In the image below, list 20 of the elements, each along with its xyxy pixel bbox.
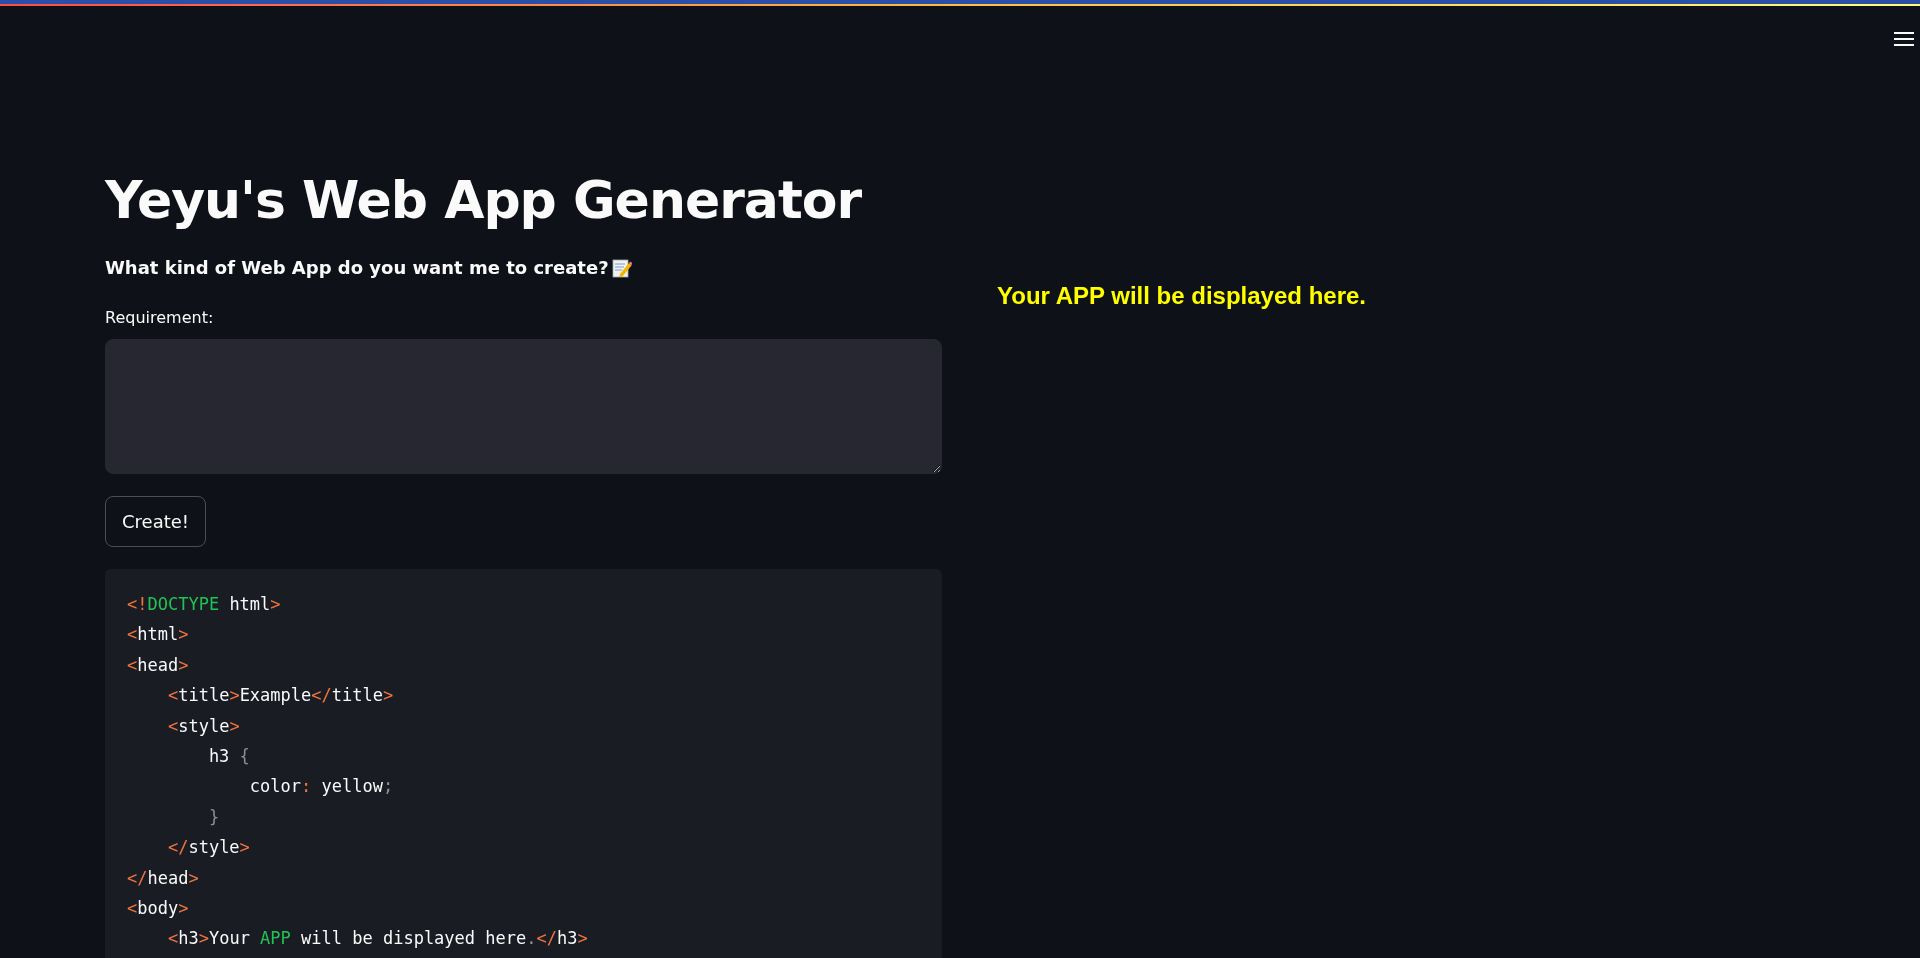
requirement-field[interactable] xyxy=(105,339,942,474)
code-line: </style> xyxy=(166,836,251,860)
memo-pencil-icon xyxy=(611,257,632,278)
code-line: color: yellow; xyxy=(248,775,395,799)
code-line: } xyxy=(207,805,221,829)
code-line: <h3>Your APP will be displayed here.</h3> xyxy=(166,927,589,951)
code-line: <html> xyxy=(127,623,190,647)
subtitle: What kind of Web App do you want me to create? xyxy=(105,257,609,278)
preview-text: Your APP will be displayed here. xyxy=(997,282,1366,310)
menu-icon[interactable] xyxy=(1894,32,1914,46)
code-line: <!DOCTYPE html> xyxy=(127,593,282,616)
code-line: </head> xyxy=(127,866,200,890)
create-button[interactable]: Create! xyxy=(105,496,207,547)
code-line: <style> xyxy=(166,714,241,738)
code-line: <head> xyxy=(127,653,190,677)
page-title: Yeyu's Web App Generator xyxy=(105,169,863,232)
code-line: <title>Example</title> xyxy=(166,684,395,708)
code-line: <body> xyxy=(127,897,190,921)
code-line: h3 { xyxy=(207,745,251,769)
requirement-label: Requirement: xyxy=(105,308,215,327)
